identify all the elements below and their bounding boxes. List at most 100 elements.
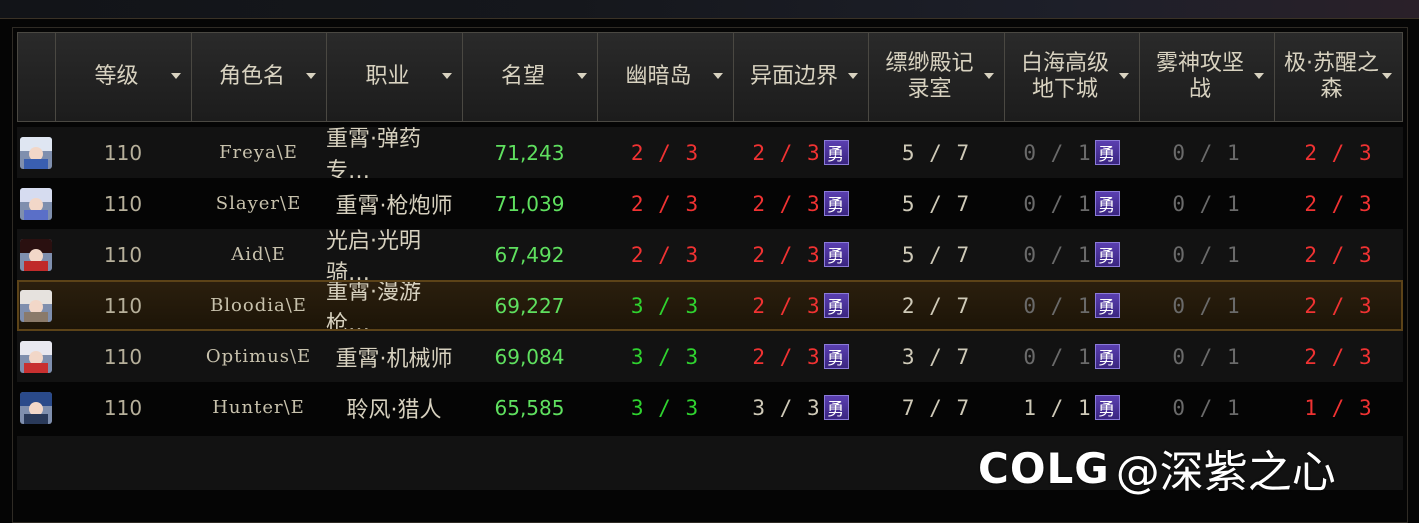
header-wushen-raid[interactable]: 雾神攻坚战 <box>1139 32 1274 122</box>
piaomiao-progress-text: 3 / 7 <box>901 344 971 369</box>
baihai-progress-text: 0 / 1 <box>1023 344 1092 369</box>
header-name[interactable]: 角色名 <box>191 32 326 122</box>
header-avatar-col <box>17 32 55 122</box>
suxing-progress-text: 2 / 3 <box>1304 140 1373 165</box>
job-class: 重霄·机械师 <box>335 346 453 372</box>
fame-value: 71,243 <box>494 140 565 165</box>
yimian-progress-text: 3 / 3 <box>752 395 821 420</box>
yimian-progress: 2 / 3勇 <box>733 127 868 178</box>
brave-badge-icon: 勇 <box>1094 140 1120 165</box>
sort-arrow-icon[interactable] <box>442 73 452 79</box>
job-class: 重霄·弹药专… <box>326 126 421 184</box>
header-suxing-forest[interactable]: 极·苏醒之森 <box>1274 32 1403 122</box>
wushen-progress: 0 / 1 <box>1139 229 1274 280</box>
level-value: 110 <box>103 242 143 267</box>
youan-progress: 3 / 3 <box>597 382 733 433</box>
character-avatar-icon <box>20 187 52 220</box>
sort-arrow-icon[interactable] <box>577 73 587 79</box>
character-name: Optimus\E <box>205 346 312 367</box>
youan-progress: 3 / 3 <box>597 331 733 382</box>
wushen-progress-text: 0 / 1 <box>1172 191 1241 216</box>
suxing-progress: 2 / 3 <box>1274 280 1403 331</box>
table-body: 110 Freya\E 重霄·弹药专… 71,243 2 / 32 / 3勇5 / 70… <box>17 127 1403 433</box>
header-fame[interactable]: 名望 <box>462 32 597 122</box>
yimian-progress-text: 2 / 3 <box>752 293 821 318</box>
character-avatar-icon <box>20 289 52 322</box>
yimian-progress-text: 2 / 3 <box>752 140 821 165</box>
sort-arrow-icon[interactable] <box>984 73 994 79</box>
baihai-progress-text: 0 / 1 <box>1023 242 1092 267</box>
piaomiao-progress-text: 5 / 7 <box>901 191 971 216</box>
baihai-progress-text: 1 / 1 <box>1023 395 1092 420</box>
header-yimian-boundary[interactable]: 异面边界 <box>733 32 868 122</box>
wushen-progress: 0 / 1 <box>1139 127 1274 178</box>
sort-arrow-icon[interactable] <box>1382 73 1392 79</box>
fame-value: 67,492 <box>494 242 565 267</box>
table-row[interactable]: 110 Freya\E 重霄·弹药专… 71,243 2 / 32 / 3勇5 / 70… <box>17 126 1403 184</box>
youan-progress-text: 2 / 3 <box>630 140 700 165</box>
header-job[interactable]: 职业 <box>326 32 462 122</box>
yimian-progress: 2 / 3勇 <box>733 280 868 331</box>
yimian-progress-text: 2 / 3 <box>752 191 821 216</box>
brave-badge-icon: 勇 <box>823 140 849 165</box>
piaomiao-progress: 3 / 7 <box>868 331 1004 382</box>
table-row[interactable]: 110 Hunter\E 聆风·猎人 65,585 3 / 33 / 3勇7 / 71 … <box>17 382 1403 433</box>
piaomiao-progress-text: 2 / 7 <box>901 293 971 318</box>
watermark-text: @深紫之心 <box>1115 447 1336 498</box>
sort-arrow-icon[interactable] <box>1254 73 1264 79</box>
header-baihai-dungeon[interactable]: 白海高级地下城 <box>1004 32 1139 122</box>
sort-arrow-icon[interactable] <box>848 73 858 79</box>
baihai-progress-text: 0 / 1 <box>1023 191 1092 216</box>
wushen-progress-text: 0 / 1 <box>1172 395 1241 420</box>
suxing-progress-text: 1 / 3 <box>1304 395 1373 420</box>
colg-logo: COLG <box>978 443 1110 493</box>
character-name: Hunter\E <box>212 397 305 418</box>
piaomiao-progress: 7 / 7 <box>868 382 1004 433</box>
table-row[interactable]: 110 Aid\E 光启·光明骑… 67,492 2 / 32 / 3勇5 / 70 /… <box>17 229 1403 286</box>
sort-arrow-icon[interactable] <box>171 73 181 79</box>
suxing-progress: 2 / 3 <box>1274 229 1403 280</box>
character-name: Bloodia\E <box>210 295 307 316</box>
wushen-progress-text: 0 / 1 <box>1172 293 1241 318</box>
table-row[interactable]: 110 Slayer\E 重霄·枪炮师 71,039 2 / 32 / 3勇5 / 70… <box>17 178 1403 229</box>
job-class: 重霄·枪炮师 <box>335 193 453 219</box>
youan-progress: 2 / 3 <box>597 127 733 178</box>
suxing-progress-text: 2 / 3 <box>1304 344 1373 369</box>
baihai-progress: 0 / 1勇 <box>1004 178 1139 229</box>
level-value: 110 <box>103 191 143 216</box>
character-avatar-icon <box>20 391 52 424</box>
baihai-progress: 0 / 1勇 <box>1004 331 1139 382</box>
level-value: 110 <box>103 140 143 165</box>
sort-arrow-icon[interactable] <box>713 73 723 79</box>
sort-arrow-icon[interactable] <box>306 73 316 79</box>
baihai-progress: 0 / 1勇 <box>1004 229 1139 280</box>
level-value: 110 <box>103 344 143 369</box>
wushen-progress: 0 / 1 <box>1139 178 1274 229</box>
header-youan-island[interactable]: 幽暗岛 <box>597 32 733 122</box>
brave-badge-icon: 勇 <box>823 395 849 420</box>
fame-value: 71,039 <box>494 191 565 216</box>
job-class: 重霄·漫游枪… <box>326 279 421 337</box>
yimian-progress: 2 / 3勇 <box>733 331 868 382</box>
youan-progress-text: 3 / 3 <box>630 395 700 420</box>
piaomiao-progress: 5 / 7 <box>868 127 1004 178</box>
level-value: 110 <box>103 395 143 420</box>
sort-arrow-icon[interactable] <box>1119 73 1129 79</box>
header-piaomiao-records[interactable]: 缥缈殿记录室 <box>868 32 1004 122</box>
suxing-progress: 2 / 3 <box>1274 127 1403 178</box>
piaomiao-progress-text: 5 / 7 <box>901 140 971 165</box>
avatar-cell <box>17 127 55 178</box>
wushen-progress: 0 / 1 <box>1139 280 1274 331</box>
piaomiao-progress: 5 / 7 <box>868 229 1004 280</box>
header-level[interactable]: 等级 <box>55 32 191 122</box>
yimian-progress-text: 2 / 3 <box>752 242 821 267</box>
table-row[interactable]: 110 Bloodia\E 重霄·漫游枪… 69,227 3 / 32 / 3勇2 / … <box>17 279 1403 337</box>
table-row[interactable]: 110 Optimus\E 重霄·机械师 69,084 3 / 32 / 3勇 3 / 7… <box>17 331 1403 382</box>
brave-badge-icon: 勇 <box>823 293 849 318</box>
brave-badge-icon: 勇 <box>1094 293 1120 318</box>
top-banner <box>0 0 1419 19</box>
watermark: COLG @深紫之心 <box>978 440 1336 499</box>
brave-badge-icon: 勇 <box>1094 191 1120 216</box>
baihai-progress-text: 0 / 1 <box>1023 293 1092 318</box>
fame-value: 69,084 <box>494 344 565 369</box>
